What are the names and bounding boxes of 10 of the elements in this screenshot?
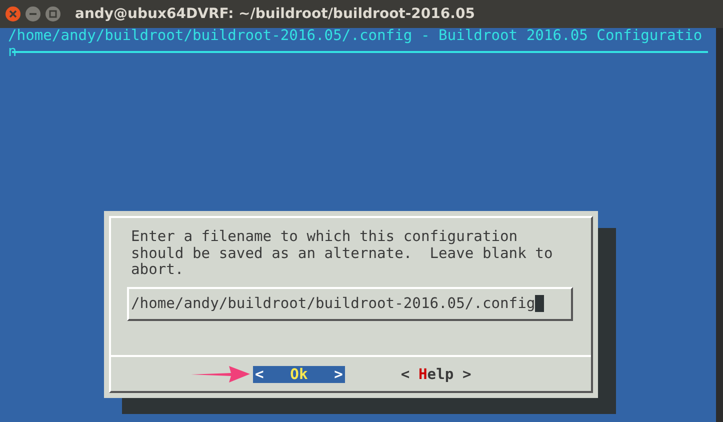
close-icon[interactable] xyxy=(5,6,21,22)
dialog-message: Enter a filename to which this configuration should be saved as an alternate. Leave blank to abort. xyxy=(130,227,554,278)
maximize-icon[interactable] xyxy=(45,6,61,22)
filename-field[interactable]: /home/andy/buildroot/buildroot-2016.05/.config xyxy=(127,286,573,320)
text-cursor xyxy=(535,295,544,312)
minimize-icon[interactable] xyxy=(25,6,41,22)
dialog-button[interactable]: < Ok > xyxy=(253,366,345,382)
dialog-button[interactable]: < Help > xyxy=(398,366,474,382)
header-text: /home/andy/buildroot/buildroot-2016.05/.config - Buildroot 2016.05 Configuratio xyxy=(7,28,704,44)
window-title: andy@ubux64DVRF: ~/buildroot/buildroot-2016.05 xyxy=(75,6,475,22)
